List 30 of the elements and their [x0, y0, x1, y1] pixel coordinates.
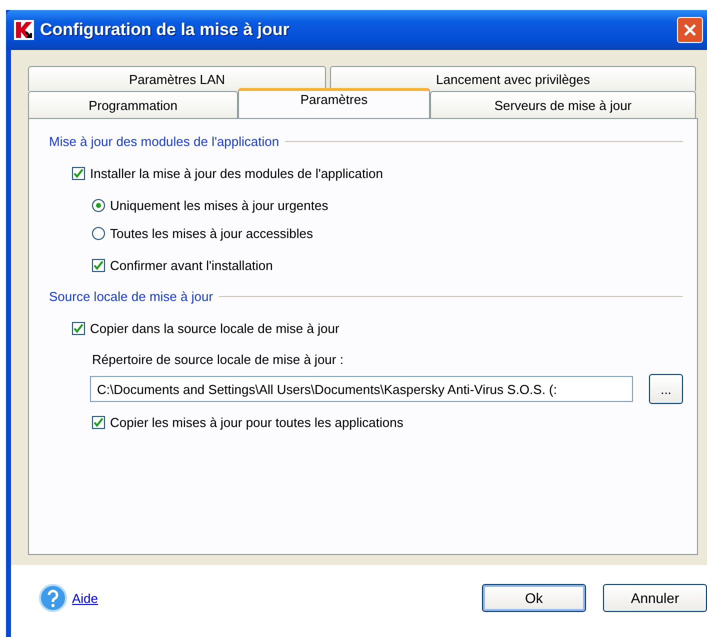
- browse-button[interactable]: ...: [649, 374, 683, 404]
- tab[interactable]: Paramètres LAN: [28, 66, 326, 91]
- tab[interactable]: Serveurs de mise à jour: [430, 91, 696, 118]
- dialog-button[interactable]: Annuler: [603, 584, 707, 612]
- section-title: Mise à jour des modules de l'application: [49, 134, 280, 149]
- field-label: Répertoire de source locale de mise à jour :: [92, 352, 344, 367]
- option-label: Uniquement les mises à jour urgentes: [110, 198, 328, 212]
- checkbox[interactable]: [92, 258, 105, 272]
- option-label: Copier dans la source locale de mise à jour: [90, 320, 340, 336]
- radio-button[interactable]: [92, 226, 105, 240]
- option-label: Toutes les mises à jour accessibles: [110, 226, 314, 240]
- window-title: Configuration de la mise à jour: [40, 20, 290, 40]
- path-field[interactable]: C:\Documents and Settings\All Users\Documents\Kaspersky Anti-Virus S.O.S. (:: [90, 376, 633, 402]
- tab[interactable]: Paramètres: [238, 88, 430, 118]
- checkbox[interactable]: [92, 416, 105, 428]
- help-link[interactable]: Aide: [72, 590, 98, 606]
- close-icon: [683, 23, 697, 37]
- section-title: Source locale de mise à jour: [49, 289, 214, 304]
- dialog-button[interactable]: Ok: [482, 584, 586, 612]
- k-logo-icon: [14, 20, 34, 40]
- checkbox[interactable]: [72, 322, 85, 334]
- radio-button[interactable]: [92, 198, 105, 212]
- checkbox[interactable]: [72, 166, 85, 180]
- tab[interactable]: Programmation: [28, 91, 238, 118]
- tab[interactable]: Lancement avec privilèges: [330, 66, 696, 91]
- option-label: Confirmer avant l'installation: [110, 258, 273, 272]
- close-button[interactable]: [677, 17, 703, 43]
- help-icon[interactable]: [39, 584, 67, 612]
- option-label: Installer la mise à jour des modules de l'application: [90, 166, 383, 180]
- option-label: Copier les mises à jour pour toutes les applications: [110, 414, 404, 430]
